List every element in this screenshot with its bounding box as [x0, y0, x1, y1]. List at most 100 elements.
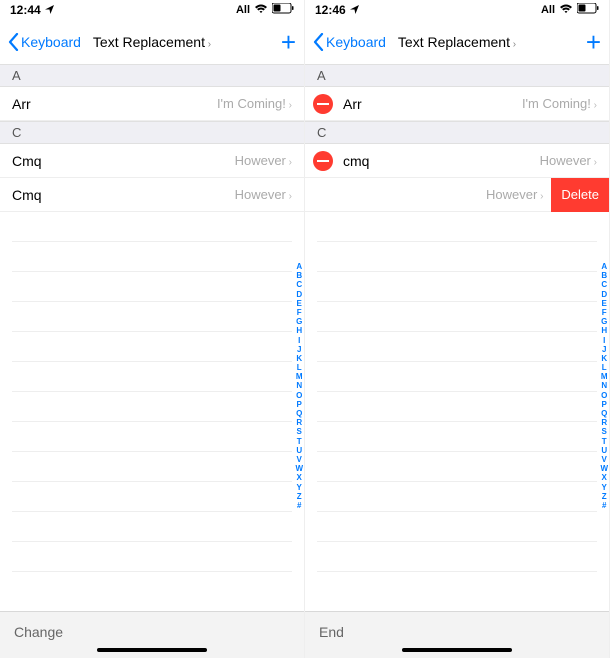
- home-indicator[interactable]: [402, 648, 512, 652]
- alpha-index-item[interactable]: Z: [600, 492, 608, 501]
- status-bar: 12:46 All: [305, 0, 609, 20]
- blank-lines: [305, 212, 609, 572]
- table-row[interactable]: Arr I'm Coming!: [0, 87, 304, 121]
- status-right: All: [236, 3, 294, 17]
- alpha-index-item[interactable]: B: [295, 271, 303, 280]
- location-icon: [45, 3, 54, 17]
- back-label: Keyboard: [21, 34, 81, 50]
- delete-confirm-button[interactable]: Delete: [551, 178, 609, 212]
- phrase-text: However: [42, 153, 292, 168]
- alpha-index[interactable]: ABCDEFGHIJKLMNOPQRSTUVWXYZ#: [295, 262, 303, 510]
- alpha-index[interactable]: ABCDEFGHIJKLMNOPQRSTUVWXYZ#: [600, 262, 608, 510]
- alpha-index-item[interactable]: Y: [295, 483, 303, 492]
- phrase-text: However: [317, 187, 543, 202]
- alpha-index-item[interactable]: V: [600, 455, 608, 464]
- alpha-index-item[interactable]: X: [295, 473, 303, 482]
- alpha-index-item[interactable]: U: [600, 446, 608, 455]
- alpha-index-item[interactable]: M: [295, 372, 303, 381]
- alpha-index-item[interactable]: Q: [600, 409, 608, 418]
- alpha-index-item[interactable]: R: [295, 418, 303, 427]
- alpha-index-item[interactable]: A: [295, 262, 303, 271]
- shortcut-text: Cmq: [12, 187, 42, 203]
- alpha-index-item[interactable]: N: [600, 381, 608, 390]
- table-row[interactable]: Cmq However: [0, 144, 304, 178]
- alpha-index-item[interactable]: C: [600, 280, 608, 289]
- alpha-index-item[interactable]: J: [295, 345, 303, 354]
- minus-icon: [317, 103, 329, 105]
- section-header-a: A: [0, 64, 304, 87]
- nav-bar: Keyboard Text Replacement +: [305, 20, 609, 64]
- alpha-index-item[interactable]: O: [295, 391, 303, 400]
- alpha-index-item[interactable]: W: [600, 464, 608, 473]
- shortcut-text: Arr: [12, 96, 31, 112]
- alpha-index-item[interactable]: H: [295, 326, 303, 335]
- status-bar: 12:44 All: [0, 0, 304, 20]
- alpha-index-item[interactable]: V: [295, 455, 303, 464]
- alpha-index-item[interactable]: G: [600, 317, 608, 326]
- status-carrier: All: [541, 4, 555, 16]
- wifi-icon: [254, 4, 268, 17]
- alpha-index-item[interactable]: I: [295, 336, 303, 345]
- delete-row-button[interactable]: [313, 151, 333, 171]
- alpha-index-item[interactable]: C: [295, 280, 303, 289]
- alpha-index-item[interactable]: W: [295, 464, 303, 473]
- alpha-index-item[interactable]: E: [295, 299, 303, 308]
- alpha-index-item[interactable]: M: [600, 372, 608, 381]
- alpha-index-item[interactable]: Z: [295, 492, 303, 501]
- shortcut-text: cmq: [343, 153, 369, 169]
- alpha-index-item[interactable]: K: [600, 354, 608, 363]
- alpha-index-item[interactable]: F: [600, 308, 608, 317]
- delete-row-button[interactable]: [313, 94, 333, 114]
- alpha-index-item[interactable]: D: [295, 290, 303, 299]
- alpha-index-item[interactable]: E: [600, 299, 608, 308]
- alpha-index-item[interactable]: G: [295, 317, 303, 326]
- section-header-c: C: [0, 121, 304, 144]
- alpha-index-item[interactable]: D: [600, 290, 608, 299]
- alpha-index-item[interactable]: F: [295, 308, 303, 317]
- chevron-left-icon: [8, 33, 19, 51]
- table-row[interactable]: However Delete: [305, 178, 609, 212]
- alpha-index-item[interactable]: T: [295, 437, 303, 446]
- alpha-index-item[interactable]: #: [295, 501, 303, 510]
- nav-bar: Keyboard Text Replacement +: [0, 20, 304, 64]
- back-button[interactable]: Keyboard: [8, 33, 81, 51]
- table-row[interactable]: cmq However: [305, 144, 609, 178]
- phrase-text: However: [369, 153, 597, 168]
- location-icon: [350, 3, 359, 17]
- alpha-index-item[interactable]: Q: [295, 409, 303, 418]
- blank-lines: [0, 212, 304, 572]
- back-button[interactable]: Keyboard: [313, 33, 386, 51]
- section-header-a: A: [305, 64, 609, 87]
- alpha-index-item[interactable]: T: [600, 437, 608, 446]
- alpha-index-item[interactable]: S: [295, 427, 303, 436]
- alpha-index-item[interactable]: P: [295, 400, 303, 409]
- table-row[interactable]: Cmq However: [0, 178, 304, 212]
- alpha-index-item[interactable]: N: [295, 381, 303, 390]
- add-button[interactable]: +: [281, 29, 296, 55]
- alpha-index-item[interactable]: I: [600, 336, 608, 345]
- home-indicator[interactable]: [97, 648, 207, 652]
- alpha-index-item[interactable]: J: [600, 345, 608, 354]
- table-row[interactable]: Arr I'm Coming!: [305, 87, 609, 121]
- status-carrier: All: [236, 4, 250, 16]
- chevron-left-icon: [313, 33, 324, 51]
- alpha-index-item[interactable]: P: [600, 400, 608, 409]
- status-time: 12:44: [10, 3, 41, 17]
- alpha-index-item[interactable]: K: [295, 354, 303, 363]
- alpha-index-item[interactable]: S: [600, 427, 608, 436]
- alpha-index-item[interactable]: X: [600, 473, 608, 482]
- alpha-index-item[interactable]: R: [600, 418, 608, 427]
- alpha-index-item[interactable]: O: [600, 391, 608, 400]
- alpha-index-item[interactable]: L: [600, 363, 608, 372]
- alpha-index-item[interactable]: H: [600, 326, 608, 335]
- alpha-index-item[interactable]: L: [295, 363, 303, 372]
- alpha-index-item[interactable]: U: [295, 446, 303, 455]
- footer-label: Change: [14, 624, 63, 640]
- alpha-index-item[interactable]: #: [600, 501, 608, 510]
- alpha-index-item[interactable]: Y: [600, 483, 608, 492]
- alpha-index-item[interactable]: A: [600, 262, 608, 271]
- add-button[interactable]: +: [586, 29, 601, 55]
- alpha-index-item[interactable]: B: [600, 271, 608, 280]
- wifi-icon: [559, 4, 573, 17]
- phone-right: 12:46 All Keyboard Text Replacement + A: [305, 0, 610, 658]
